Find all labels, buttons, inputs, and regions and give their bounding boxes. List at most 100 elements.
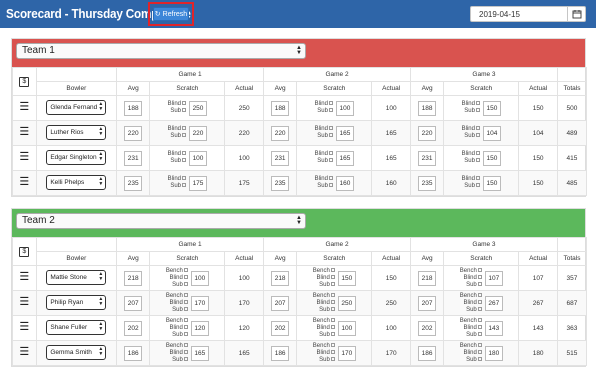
- dollar-icon[interactable]: $: [19, 76, 30, 87]
- bowler-select[interactable]: Luther Rios ▲ ▼: [46, 124, 107, 140]
- blind-checkbox[interactable]: [328, 126, 333, 131]
- sub-checkbox[interactable]: [475, 133, 480, 138]
- bench-checkbox[interactable]: [330, 292, 335, 297]
- avg-input[interactable]: 186: [418, 345, 437, 361]
- avg-input[interactable]: 231: [124, 150, 143, 166]
- blind-checkbox[interactable]: [182, 176, 186, 181]
- scratch-input[interactable]: 165: [335, 150, 354, 166]
- blind-checkbox[interactable]: [330, 299, 335, 304]
- bench-checkbox[interactable]: [183, 267, 188, 272]
- drag-handle-icon[interactable]: ☰: [19, 321, 29, 333]
- blind-checkbox[interactable]: [475, 151, 480, 156]
- avg-input[interactable]: 202: [124, 320, 143, 336]
- sub-checkbox[interactable]: [330, 356, 335, 361]
- scratch-input[interactable]: 170: [337, 345, 356, 361]
- avg-input[interactable]: 235: [418, 175, 437, 191]
- blind-checkbox[interactable]: [330, 324, 335, 329]
- avg-input[interactable]: 207: [418, 295, 437, 311]
- avg-input[interactable]: 207: [124, 295, 143, 311]
- blind-checkbox[interactable]: [477, 274, 482, 279]
- scratch-input[interactable]: 267: [484, 295, 503, 311]
- avg-input[interactable]: 218: [124, 270, 143, 286]
- date-picker[interactable]: 2019-04-15: [470, 6, 586, 22]
- avg-input[interactable]: 220: [271, 125, 290, 141]
- sub-checkbox[interactable]: [330, 306, 335, 311]
- blind-checkbox[interactable]: [477, 349, 482, 354]
- sub-checkbox[interactable]: [477, 356, 482, 361]
- sub-checkbox[interactable]: [183, 306, 188, 311]
- sub-checkbox[interactable]: [183, 356, 188, 361]
- blind-checkbox[interactable]: [475, 126, 480, 131]
- date-input[interactable]: 2019-04-15: [479, 10, 520, 19]
- blind-checkbox[interactable]: [477, 299, 482, 304]
- scratch-input[interactable]: 250: [189, 100, 207, 116]
- scratch-input[interactable]: 150: [482, 150, 501, 166]
- blind-checkbox[interactable]: [328, 151, 333, 156]
- bench-checkbox[interactable]: [477, 267, 482, 272]
- avg-input[interactable]: 186: [271, 345, 290, 361]
- blind-checkbox[interactable]: [475, 101, 480, 106]
- avg-input[interactable]: 186: [124, 345, 143, 361]
- bowler-select[interactable]: Philip Ryan ▲ ▼: [46, 294, 107, 310]
- scratch-input[interactable]: 165: [335, 125, 354, 141]
- avg-input[interactable]: 202: [418, 320, 437, 336]
- sub-checkbox[interactable]: [328, 133, 333, 138]
- blind-checkbox[interactable]: [182, 126, 186, 131]
- scratch-input[interactable]: 160: [335, 175, 354, 191]
- bowler-select[interactable]: Glenda Fernand ▲ ▼: [46, 99, 107, 115]
- avg-input[interactable]: 207: [271, 295, 290, 311]
- scratch-input[interactable]: 150: [337, 270, 356, 286]
- scratch-input[interactable]: 143: [484, 320, 503, 336]
- dollar-icon[interactable]: $: [19, 246, 30, 257]
- blind-checkbox[interactable]: [182, 151, 186, 156]
- sub-checkbox[interactable]: [182, 158, 186, 163]
- avg-input[interactable]: 220: [124, 125, 143, 141]
- drag-handle-icon[interactable]: ☰: [19, 126, 29, 138]
- drag-handle-icon[interactable]: ☰: [19, 346, 29, 358]
- blind-checkbox[interactable]: [183, 299, 188, 304]
- sub-checkbox[interactable]: [477, 281, 482, 286]
- drag-handle-icon[interactable]: ☰: [19, 151, 29, 163]
- avg-input[interactable]: 188: [271, 100, 290, 116]
- team-select[interactable]: Team 1 ▲ ▼: [16, 43, 306, 59]
- bench-checkbox[interactable]: [477, 317, 482, 322]
- bowler-select[interactable]: Mattie Stone ▲ ▼: [46, 269, 107, 285]
- calendar-icon[interactable]: [572, 9, 582, 19]
- bowler-select[interactable]: Shane Fuller ▲ ▼: [46, 319, 107, 335]
- sub-checkbox[interactable]: [328, 108, 333, 113]
- drag-handle-icon[interactable]: ☰: [19, 101, 29, 113]
- scratch-input[interactable]: 100: [337, 320, 356, 336]
- scratch-input[interactable]: 170: [190, 295, 209, 311]
- avg-input[interactable]: 231: [271, 150, 290, 166]
- scratch-input[interactable]: 150: [482, 175, 501, 191]
- sub-checkbox[interactable]: [328, 183, 333, 188]
- blind-checkbox[interactable]: [183, 349, 188, 354]
- sub-checkbox[interactable]: [475, 183, 480, 188]
- avg-input[interactable]: 220: [418, 125, 437, 141]
- scratch-input[interactable]: 107: [484, 270, 503, 286]
- team-select[interactable]: Team 2 ▲ ▼: [16, 213, 306, 229]
- scratch-input[interactable]: 220: [189, 125, 207, 141]
- scratch-input[interactable]: 165: [190, 345, 209, 361]
- blind-checkbox[interactable]: [182, 101, 186, 106]
- sub-checkbox[interactable]: [330, 331, 335, 336]
- bench-checkbox[interactable]: [183, 342, 188, 347]
- bowler-select[interactable]: Gemma Smith ▲ ▼: [46, 344, 107, 360]
- sub-checkbox[interactable]: [182, 133, 186, 138]
- blind-checkbox[interactable]: [328, 176, 333, 181]
- avg-input[interactable]: 218: [418, 270, 437, 286]
- avg-input[interactable]: 188: [418, 100, 437, 116]
- sub-checkbox[interactable]: [477, 331, 482, 336]
- avg-input[interactable]: 235: [124, 175, 143, 191]
- bench-checkbox[interactable]: [330, 342, 335, 347]
- blind-checkbox[interactable]: [475, 176, 480, 181]
- sub-checkbox[interactable]: [475, 158, 480, 163]
- blind-checkbox[interactable]: [330, 274, 335, 279]
- scratch-input[interactable]: 150: [482, 100, 501, 116]
- sub-checkbox[interactable]: [183, 331, 188, 336]
- sub-checkbox[interactable]: [330, 281, 335, 286]
- scratch-input[interactable]: 100: [190, 270, 209, 286]
- blind-checkbox[interactable]: [330, 349, 335, 354]
- avg-input[interactable]: 188: [124, 100, 143, 116]
- blind-checkbox[interactable]: [183, 274, 188, 279]
